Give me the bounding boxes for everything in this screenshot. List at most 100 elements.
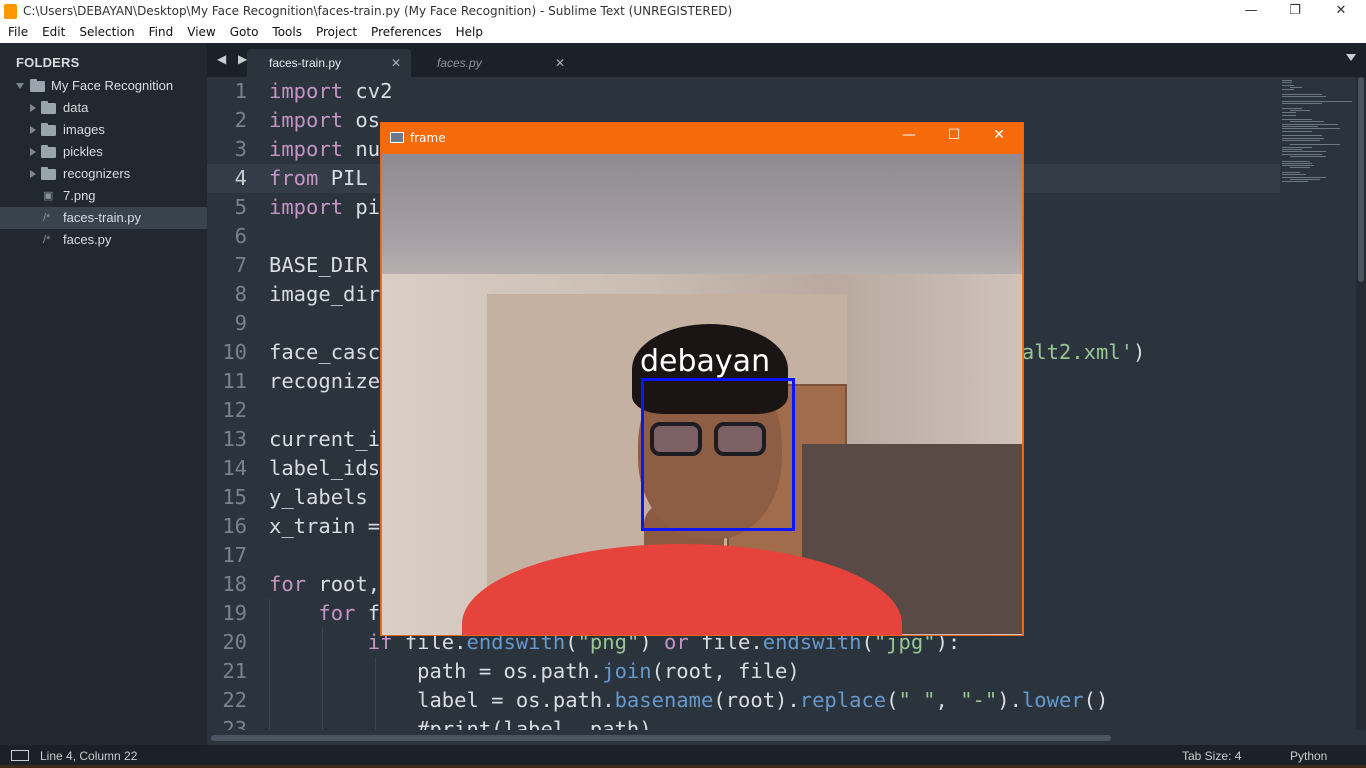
code-token: os [343,108,381,132]
folders-header: FOLDERS [16,55,80,70]
menu-help[interactable]: Help [448,23,489,43]
code-token: x_train = [269,514,381,538]
minimap-line [1282,84,1294,86]
code-token: root, [306,572,381,596]
code-token: () [1083,688,1109,712]
frame-close-button[interactable]: ✕ [979,127,1019,143]
code-line[interactable]: 1 import cv2 [207,77,1280,106]
horizontal-scrollbar[interactable] [207,730,1366,745]
minimap-line [1282,137,1324,139]
webcam-feed: debayan [382,154,1022,635]
code-token: import [269,195,344,219]
tree-item-7png[interactable]: ▣ 7.png [0,185,207,207]
code-text: label = os.path.basename(root).replace("… [269,686,1108,715]
code-text: import os [269,106,380,135]
window-titlebar: C:\Users\DEBAYAN\Desktop\My Face Recogni… [0,0,1366,23]
scroll-thumb[interactable] [211,735,1111,741]
tab-faces-train[interactable]: faces-train.py ✕ [247,49,411,77]
menu-project[interactable]: Project [308,23,363,43]
minimap-line [1282,160,1310,162]
code-line[interactable]: 21 path = os.path.join(root, file) [207,657,1280,686]
minimap-line [1282,119,1312,121]
chevron-right-icon[interactable] [30,170,36,178]
tree-root-folder[interactable]: My Face Recognition [0,75,207,97]
menu-view[interactable]: View [179,23,221,43]
code-text: import nu [269,135,380,164]
minimap-line [1282,146,1312,148]
line-number: 15 [222,485,247,509]
frame-window[interactable]: frame — ☐ ✕ debayan [380,122,1024,636]
tab-dropdown-icon[interactable] [1346,54,1356,61]
tab-faces[interactable]: faces.py ✕ [415,49,575,77]
frame-titlebar[interactable]: frame — ☐ ✕ [381,123,1023,154]
close-icon[interactable]: ✕ [391,49,401,77]
minimap-line [1282,114,1296,116]
tab-size-selector[interactable]: Tab Size: 4 [1182,749,1241,763]
code-text: import pi [269,193,380,222]
code-token: PIL [318,166,368,190]
face-detection-box [641,378,795,531]
tree-item-pickles[interactable]: pickles [0,141,207,163]
minimap-line [1282,151,1326,153]
line-number: 23 [222,717,247,730]
face-detection-label: debayan [640,344,771,379]
sublime-app-icon [4,4,17,19]
tree-item-faces[interactable]: /* faces.py [0,229,207,251]
tree-item-data[interactable]: data [0,97,207,119]
frame-maximize-button[interactable]: ☐ [934,127,974,143]
minimap-line [1282,100,1352,102]
minimap-line [1290,109,1310,111]
code-token: for [269,572,307,596]
console-toggle-icon[interactable] [11,750,29,761]
chevron-down-icon[interactable] [16,83,24,89]
code-token: BASE_DIR [269,253,368,277]
line-number: 1 [234,79,247,103]
close-icon[interactable]: ✕ [555,49,565,77]
chevron-right-icon[interactable] [30,126,36,134]
line-number: 13 [222,427,247,451]
menu-selection[interactable]: Selection [71,23,140,43]
code-text: path = os.path.join(root, file) [269,657,800,686]
line-number: 14 [222,456,247,480]
tree-item-images[interactable]: images [0,119,207,141]
code-token: label = os.path. [269,688,615,712]
menu-find[interactable]: Find [141,23,180,43]
close-button[interactable]: ✕ [1318,0,1364,23]
minimap[interactable] [1280,77,1356,730]
code-line[interactable]: 23 #print(label, path) [207,715,1280,730]
code-text: #print(label, path) [269,715,652,730]
menu-tools[interactable]: Tools [264,23,308,43]
menu-bar: File Edit Selection Find View Goto Tools… [0,23,1366,43]
tree-item-recognizers[interactable]: recognizers [0,163,207,185]
scroll-thumb[interactable] [1358,77,1364,282]
vertical-scrollbar[interactable] [1356,77,1366,730]
menu-preferences[interactable]: Preferences [363,23,448,43]
menu-goto[interactable]: Goto [222,23,265,43]
minimap-line [1282,80,1292,81]
minimap-line [1282,172,1300,173]
menu-file[interactable]: File [0,23,34,43]
line-number: 2 [234,108,247,132]
syntax-selector[interactable]: Python [1290,749,1327,763]
restore-button[interactable]: ❐ [1272,0,1318,23]
chevron-right-icon[interactable] [30,148,36,156]
minimize-button[interactable]: — [1228,0,1274,23]
code-line[interactable]: 22 label = os.path.basename(root).replac… [207,686,1280,715]
folder-icon [41,123,56,136]
frame-minimize-button[interactable]: — [889,127,929,143]
code-token: recognize [269,369,381,393]
folder-open-icon [30,79,45,92]
code-text: x_train = [269,512,380,541]
code-token: ( [886,688,899,712]
chevron-right-icon[interactable] [30,104,36,112]
minimap-line [1282,103,1322,104]
code-token: face_casc [269,340,381,364]
code-token: import [269,79,344,103]
code-token: (root). [713,688,800,712]
minimap-line [1282,181,1308,183]
tree-item-faces-train[interactable]: /* faces-train.py [0,207,207,229]
sidebar: FOLDERS My Face Recognition data images … [0,43,207,745]
code-token: image_dir [269,282,381,306]
menu-edit[interactable]: Edit [34,23,71,43]
line-number: 4 [234,166,247,190]
